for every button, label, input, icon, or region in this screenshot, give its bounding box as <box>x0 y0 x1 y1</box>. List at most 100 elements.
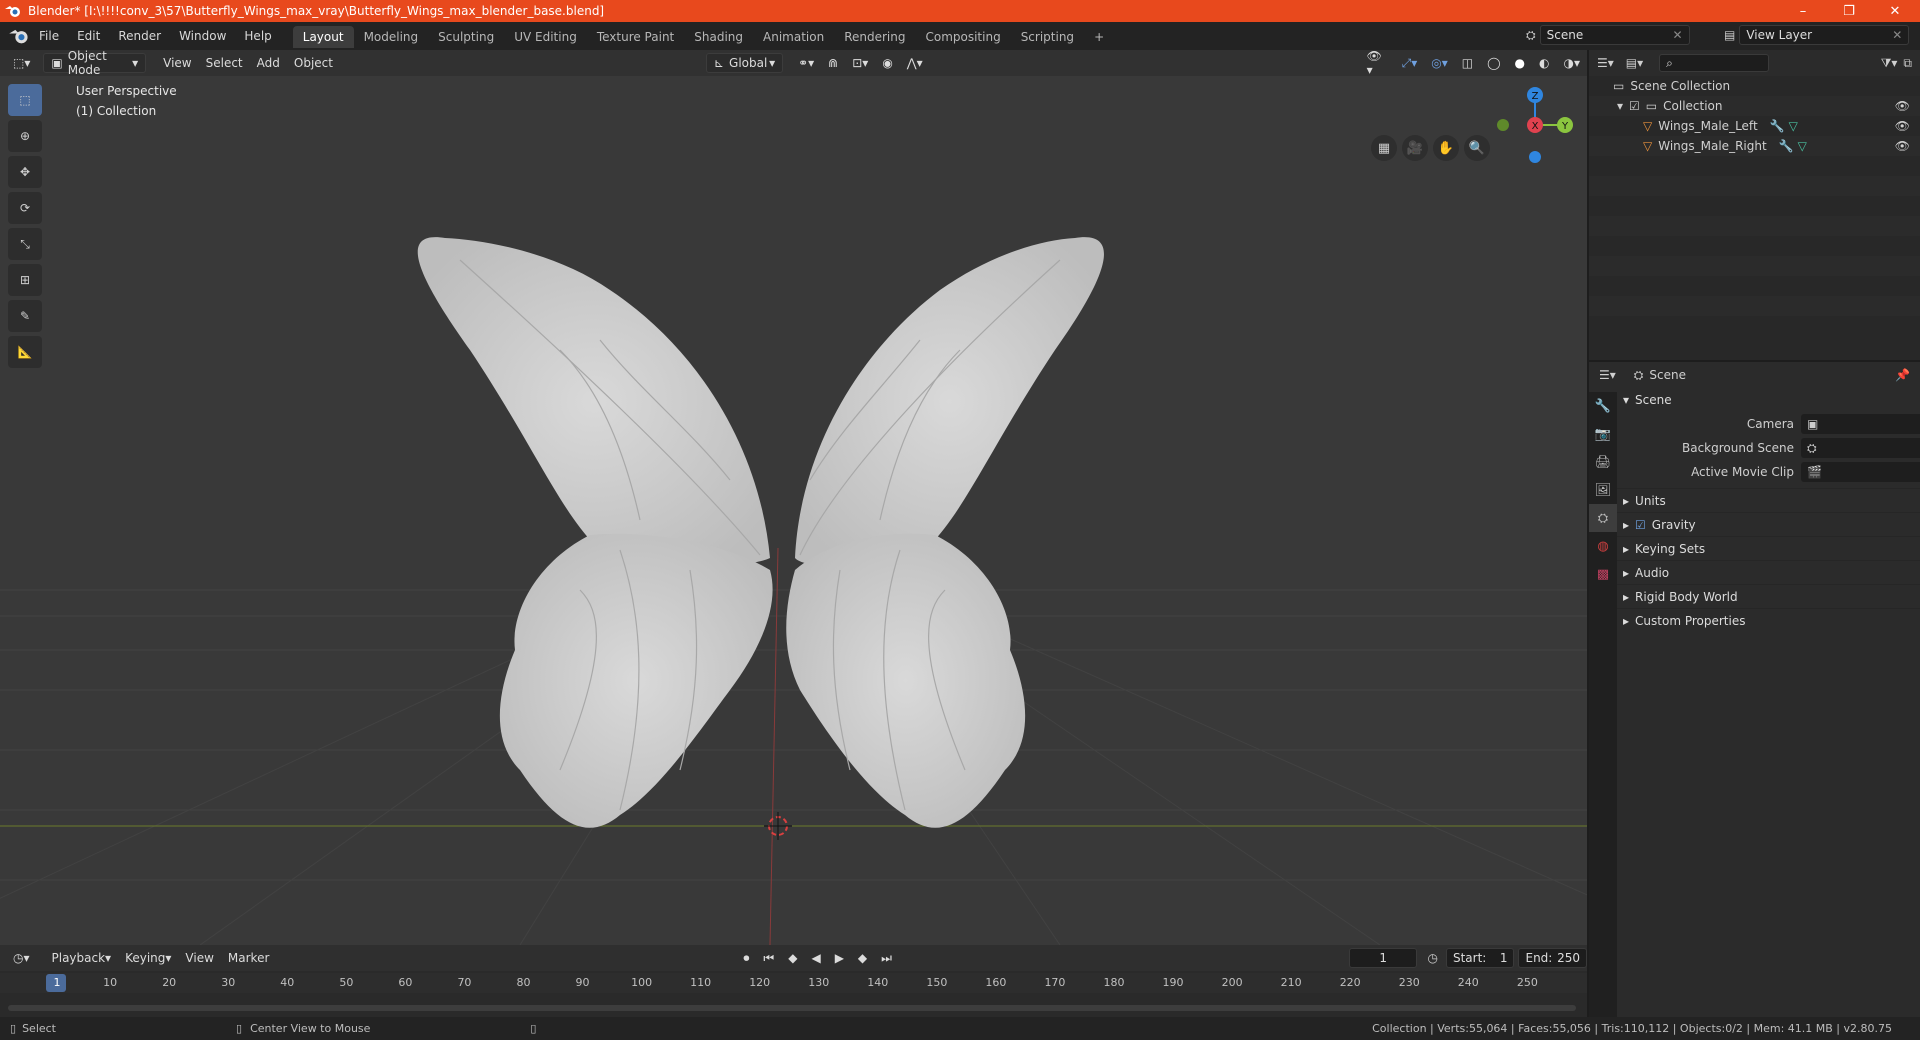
texture-tab-icon[interactable]: ▩ <box>1589 560 1617 588</box>
end-frame-field[interactable]: End: 250 <box>1518 948 1587 968</box>
grid-view-icon[interactable]: ▦ <box>1371 135 1397 161</box>
camera-view-icon[interactable]: 🎥 <box>1402 135 1428 161</box>
outliner-object-row[interactable]: ▽ Wings_Male_Left 🔧 ▽ 👁 <box>1589 116 1920 136</box>
wings-male-right[interactable] <box>786 237 1104 828</box>
menu-add[interactable]: Add <box>250 53 287 73</box>
menu-window[interactable]: Window <box>170 29 235 43</box>
hand-pan-icon[interactable]: ✋ <box>1433 135 1459 161</box>
add-workspace-button[interactable]: + <box>1084 26 1114 48</box>
rigid-body-world-panel[interactable]: ▸ Rigid Body World <box>1617 584 1920 608</box>
outliner-object-row[interactable]: ▽ Wings_Male_Right 🔧 ▽ 👁 <box>1589 136 1920 156</box>
wings-male-left[interactable] <box>417 237 773 828</box>
close-icon[interactable]: ✕ <box>1892 28 1902 42</box>
movie-clip-field[interactable]: 🎬 <box>1801 462 1920 482</box>
rendered-shading-icon[interactable]: ◑▾ <box>1557 53 1587 73</box>
3d-cursor-icon[interactable] <box>764 812 792 840</box>
scene-field[interactable]: Scene ✕ <box>1539 25 1690 45</box>
blender-menu-icon[interactable] <box>8 27 30 45</box>
tab-sculpting[interactable]: Sculpting <box>428 26 504 48</box>
tab-compositing[interactable]: Compositing <box>915 26 1010 48</box>
jump-start-icon[interactable]: ⏮ <box>756 948 781 968</box>
keying-sets-panel[interactable]: ▸ Keying Sets <box>1617 536 1920 560</box>
overlay-toggle-icon[interactable]: ◎▾ <box>1424 53 1455 73</box>
material-shading-icon[interactable]: ◐ <box>1532 53 1556 73</box>
frame-ruler[interactable]: 1 10 20 30 40 50 60 70 80 90 100 110 120 130 140 150 160… <box>0 973 1587 993</box>
wireframe-shading-icon[interactable]: ◯ <box>1480 53 1507 73</box>
eye-icon[interactable]: 👁 <box>1895 99 1910 113</box>
proportional-edit-icon[interactable]: ◉ <box>875 53 899 73</box>
render-tab-icon[interactable]: 📷 <box>1589 420 1617 448</box>
menu-view[interactable]: View <box>156 53 198 73</box>
eye-icon[interactable]: 👁 <box>1895 139 1910 153</box>
tool-tab-icon[interactable]: 🔧 <box>1589 392 1617 420</box>
eye-icon[interactable]: 👁 <box>1895 119 1910 133</box>
navigation-gizmo[interactable]: Z X Y <box>1497 87 1573 163</box>
audio-panel[interactable]: ▸ Audio <box>1617 560 1920 584</box>
solid-shading-icon[interactable]: ● <box>1508 53 1532 73</box>
menu-keying[interactable]: Keying ▾ <box>118 948 178 968</box>
clock-icon[interactable]: ◷ <box>1427 951 1437 965</box>
tab-uv-editing[interactable]: UV Editing <box>504 26 587 48</box>
play-icon[interactable]: ▶ <box>828 948 851 968</box>
orientation-select[interactable]: ⊾ Global ▾ <box>705 53 784 73</box>
jump-end-icon[interactable]: ⏭ <box>874 948 899 968</box>
tab-texture-paint[interactable]: Texture Paint <box>587 26 684 48</box>
current-frame-field[interactable]: 1 <box>1348 948 1418 968</box>
properties-editor-icon[interactable]: ☰▾ <box>1599 368 1616 382</box>
scale-tool-icon[interactable]: ⤡ <box>8 228 42 260</box>
transform-tool-icon[interactable]: ⊞ <box>8 264 42 296</box>
gravity-panel[interactable]: ▸ ☑ Gravity <box>1617 512 1920 536</box>
select-box-icon[interactable]: ⬚ <box>8 84 42 116</box>
record-icon[interactable]: ⏺ <box>736 948 756 968</box>
tab-layout[interactable]: Layout <box>292 26 354 48</box>
new-collection-icon[interactable]: ⧉ <box>1903 56 1912 71</box>
annotate-tool-icon[interactable]: ✎ <box>8 300 42 332</box>
scene-tab-icon[interactable]: ⛭ <box>1589 504 1617 532</box>
3d-viewport[interactable]: Z X Y ⬚ ▾ ▣ Object Mode ▾ View Select Add O… <box>0 50 1587 945</box>
checkbox-icon[interactable]: ☑ <box>1629 99 1640 113</box>
play-reverse-icon[interactable]: ◀ <box>804 948 827 968</box>
display-mode-icon[interactable]: ▤▾ <box>1626 56 1643 70</box>
output-tab-icon[interactable]: 🖨 <box>1589 448 1617 476</box>
view-layer-field[interactable]: View Layer ✕ <box>1739 25 1910 45</box>
camera-field[interactable]: ▣✎ <box>1801 414 1920 434</box>
outliner-collection-row[interactable]: ▾ ☑ ▭ Collection 👁 <box>1589 96 1920 116</box>
view-layer-tab-icon[interactable]: 🖼 <box>1589 476 1617 504</box>
viewport-canvas[interactable]: Z X Y <box>0 50 1587 945</box>
zoom-icon[interactable]: 🔍 <box>1464 135 1490 161</box>
close-icon[interactable]: ✕ <box>1673 28 1683 42</box>
timeline-editor-icon[interactable]: ◷▾ <box>6 948 37 968</box>
xray-icon[interactable]: ◫ <box>1455 53 1480 73</box>
snap-target-icon[interactable]: ⊡▾ <box>845 53 875 73</box>
scene-panel-header[interactable]: ▾ Scene <box>1617 388 1920 412</box>
pivot-icon[interactable]: ⚭▾ <box>791 53 821 73</box>
world-tab-icon[interactable]: ◍ <box>1589 532 1617 560</box>
measure-tool-icon[interactable]: 📐 <box>8 336 42 368</box>
menu-file[interactable]: File <box>30 29 68 43</box>
gizmo-toggle-icon[interactable]: ⤢▾ <box>1395 53 1425 73</box>
move-tool-icon[interactable]: ✥ <box>8 156 42 188</box>
falloff-icon[interactable]: ⋀▾ <box>900 53 930 73</box>
mode-select[interactable]: ▣ Object Mode ▾ <box>43 50 147 77</box>
minimize-button[interactable]: – <box>1780 0 1826 22</box>
outliner-search-input[interactable]: ⌕ <box>1659 54 1770 72</box>
menu-marker[interactable]: Marker <box>221 948 276 968</box>
timeline-menu-view[interactable]: View <box>178 948 220 968</box>
cursor-tool-icon[interactable]: ⊕ <box>8 120 42 152</box>
next-keyframe-icon[interactable]: ◆ <box>851 948 874 968</box>
disclosure-down-icon[interactable]: ▾ <box>1617 99 1623 113</box>
menu-help[interactable]: Help <box>235 29 280 43</box>
timeline-scrollbar[interactable] <box>8 1005 1576 1011</box>
tab-animation[interactable]: Animation <box>753 26 834 48</box>
restore-button[interactable]: ❐ <box>1826 0 1872 22</box>
tab-scripting[interactable]: Scripting <box>1011 26 1084 48</box>
gravity-checkbox[interactable]: ☑ <box>1635 518 1646 532</box>
close-button[interactable]: ✕ <box>1872 0 1918 22</box>
units-panel[interactable]: ▸ Units <box>1617 488 1920 512</box>
snap-icon[interactable]: ⋒ <box>821 53 845 73</box>
visibility-icon[interactable]: 👁▾ <box>1360 50 1395 77</box>
menu-object[interactable]: Object <box>287 53 340 73</box>
editor-type-button[interactable]: ⬚ ▾ <box>6 53 37 73</box>
menu-playback[interactable]: Playback ▾ <box>45 948 119 968</box>
pin-icon[interactable]: 📌 <box>1895 368 1910 382</box>
